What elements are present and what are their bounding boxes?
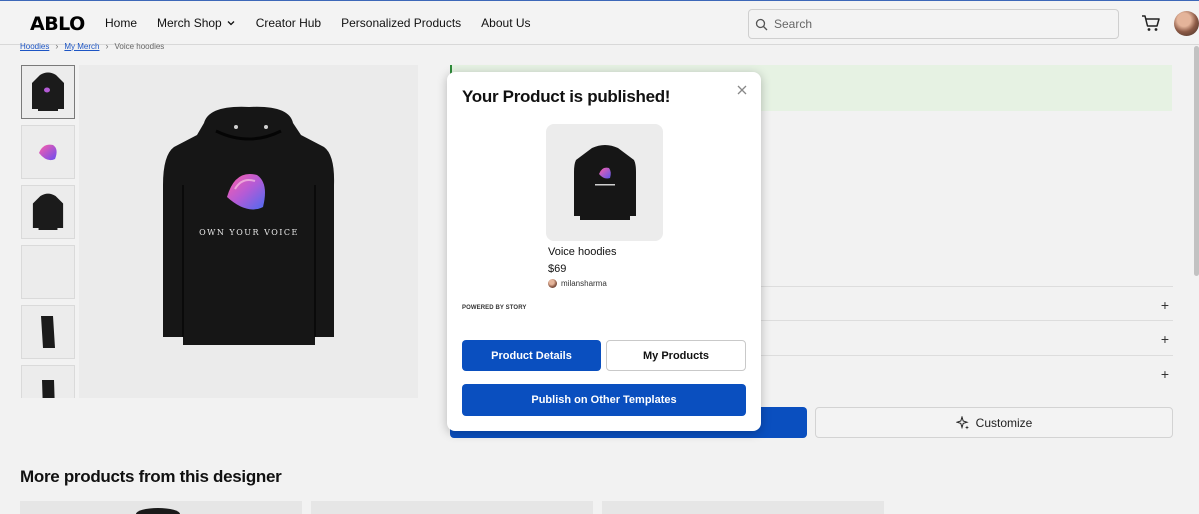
my-products-label: My Products [642, 349, 709, 362]
product-details-label: Product Details [491, 349, 572, 362]
hoodie-preview-image [573, 144, 636, 220]
product-price: $69 [548, 263, 567, 275]
modal-title: Your Product is published! [462, 87, 671, 106]
publish-success-modal: Your Product is published! Voice hoodies… [447, 72, 761, 431]
my-products-button[interactable]: My Products [606, 340, 746, 371]
product-preview-image [546, 124, 663, 241]
creator-username: milansharma [561, 279, 607, 288]
product-details-button[interactable]: Product Details [462, 340, 601, 371]
close-icon[interactable] [735, 83, 749, 97]
creator-avatar [548, 279, 557, 288]
publish-other-templates-label: Publish on Other Templates [531, 394, 677, 406]
creator-info: milansharma [548, 279, 607, 288]
powered-by-label: POWERED BY STORY [462, 305, 527, 311]
product-name: Voice hoodies [548, 246, 617, 258]
publish-other-templates-button[interactable]: Publish on Other Templates [462, 384, 746, 416]
